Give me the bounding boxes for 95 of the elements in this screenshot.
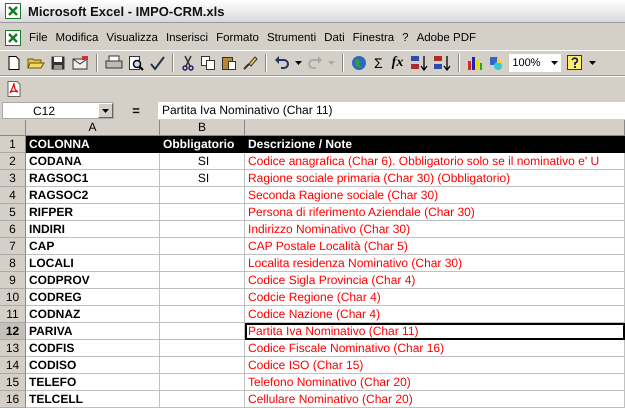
name-box[interactable]: C12 <box>2 102 114 119</box>
row-header[interactable]: 11 <box>0 306 26 323</box>
table-cell: CODREG <box>26 289 160 306</box>
table-cell: Persona di riferimento Aziendale (Char 30) <box>245 204 625 221</box>
globe-icon[interactable] <box>351 55 367 71</box>
table-cell: Cellulare Nominativo (Char 20) <box>245 391 625 408</box>
help-icon[interactable] <box>566 54 584 72</box>
spreadsheet-icon[interactable] <box>5 30 21 46</box>
equals-sign: = <box>131 103 141 118</box>
table-cell: CODNAZ <box>26 306 160 323</box>
table-cell: SI <box>160 170 245 187</box>
table-cell: INDIRI <box>26 221 160 238</box>
column-header[interactable]: B <box>160 120 245 136</box>
caret-icon[interactable] <box>295 61 302 65</box>
table-cell: TELEFO <box>26 374 160 391</box>
table-cell: Codice anagrafica (Char 6). Obbligatorio solo se il nominativo e' U <box>245 153 625 170</box>
row-header[interactable]: 12 <box>0 323 26 340</box>
function-button[interactable]: fx <box>390 55 406 71</box>
table-cell: Codice Nazione (Char 4) <box>245 306 625 323</box>
table-cell: Codice ISO (Char 15) <box>245 357 625 374</box>
table-cell: CODFIS <box>26 340 160 357</box>
caret-icon[interactable] <box>589 61 596 65</box>
row-header[interactable]: 5 <box>0 204 26 221</box>
bar-chart-icon[interactable] <box>467 55 484 71</box>
menu-item[interactable]: Adobe PDF <box>412 32 480 44</box>
menu-item[interactable]: Visualizza <box>102 32 162 44</box>
table-cell: RAGSOC2 <box>26 187 160 204</box>
row-header[interactable]: 8 <box>0 255 26 272</box>
undo-arrow-icon[interactable] <box>274 55 290 71</box>
row-header[interactable]: 16 <box>0 391 26 408</box>
new-document-icon[interactable] <box>6 55 22 71</box>
row-header[interactable]: 13 <box>0 340 26 357</box>
menu-item[interactable]: Modifica <box>52 32 102 44</box>
menu-item[interactable]: File <box>25 32 52 44</box>
spreadsheet-icon <box>5 3 21 19</box>
row-header[interactable]: 4 <box>0 187 26 204</box>
table-cell: TELCELL <box>26 391 160 408</box>
menu-item[interactable]: Finestra <box>348 32 398 44</box>
menu-item[interactable]: Dati <box>320 32 349 44</box>
row-header[interactable]: 3 <box>0 170 26 187</box>
header-cell: Descrizione / Note <box>245 136 625 153</box>
table-cell: CAP Postale Località (Char 5) <box>245 238 625 255</box>
table-cell: Partita Iva Nominativo (Char 11) <box>245 323 625 340</box>
sort-ascending-icon[interactable] <box>410 55 428 71</box>
table-cell: Indirizzo Nominativo (Char 30) <box>245 221 625 238</box>
caret-icon <box>328 61 335 65</box>
redo-arrow-icon <box>307 55 323 71</box>
row-header[interactable]: 14 <box>0 357 26 374</box>
caret-icon[interactable] <box>102 108 109 112</box>
row-header[interactable]: 1 <box>0 136 26 153</box>
menu-item[interactable]: Formato <box>212 32 263 44</box>
copy-icon[interactable] <box>200 55 216 71</box>
row-header[interactable]: 7 <box>0 238 26 255</box>
shapes-icon[interactable] <box>488 55 504 71</box>
paintbrush-icon[interactable] <box>242 55 258 71</box>
formula-field[interactable]: Partita Iva Nominativo (Char 11) <box>158 102 625 119</box>
checkmark-icon[interactable] <box>149 55 165 71</box>
table-cell: Seconda Ragione sociale (Char 30) <box>245 187 625 204</box>
header-cell: COLONNA <box>26 136 160 153</box>
menu-item[interactable]: Strumenti <box>262 32 320 44</box>
row-header[interactable]: 9 <box>0 272 26 289</box>
row-header[interactable]: 10 <box>0 289 26 306</box>
pdf-document-icon[interactable] <box>6 80 22 98</box>
table-cell: Ragione sociale primaria (Char 30) (Obbligatorio) <box>245 170 625 187</box>
header-cell: Obbligatorio <box>160 136 245 153</box>
table-cell: LOCALI <box>26 255 160 272</box>
scissors-icon[interactable] <box>181 55 195 71</box>
table-cell: CAP <box>26 238 160 255</box>
menu-item[interactable]: Inserisci <box>162 32 212 44</box>
row-header[interactable]: 2 <box>0 153 26 170</box>
table-cell: SI <box>160 153 245 170</box>
zoom-dropdown[interactable]: 100% <box>509 54 562 72</box>
sort-descending-icon[interactable] <box>433 55 452 71</box>
table-cell: Codcie Regione (Char 4) <box>245 289 625 306</box>
printer-icon[interactable] <box>105 55 123 71</box>
table-cell: Telefono Nominativo (Char 20) <box>245 374 625 391</box>
caret-icon[interactable] <box>551 61 558 65</box>
table-cell: Codice Sigla Provincia (Char 4) <box>245 272 625 289</box>
table-cell: PARIVA <box>26 323 160 340</box>
table-cell: Localita residenza Nominativo (Char 30) <box>245 255 625 272</box>
table-cell: CODPROV <box>26 272 160 289</box>
table-cell: RAGSOC1 <box>26 170 160 187</box>
sum-button[interactable]: Σ <box>372 55 385 71</box>
table-cell: Codice Fiscale Nominativo (Char 16) <box>245 340 625 357</box>
table-cell: CODANA <box>26 153 160 170</box>
column-header[interactable]: A <box>26 120 160 136</box>
row-header[interactable]: 6 <box>0 221 26 238</box>
magnifier-icon[interactable] <box>128 55 144 71</box>
row-header[interactable]: 15 <box>0 374 26 391</box>
table-cell: RIFPER <box>26 204 160 221</box>
table-cell: CODISO <box>26 357 160 374</box>
clipboard-icon[interactable] <box>221 55 237 71</box>
menu-item[interactable]: ? <box>398 32 413 44</box>
window-title: Microsoft Excel - IMPO-CRM.xls <box>28 4 224 18</box>
envelope-icon[interactable] <box>71 55 89 71</box>
